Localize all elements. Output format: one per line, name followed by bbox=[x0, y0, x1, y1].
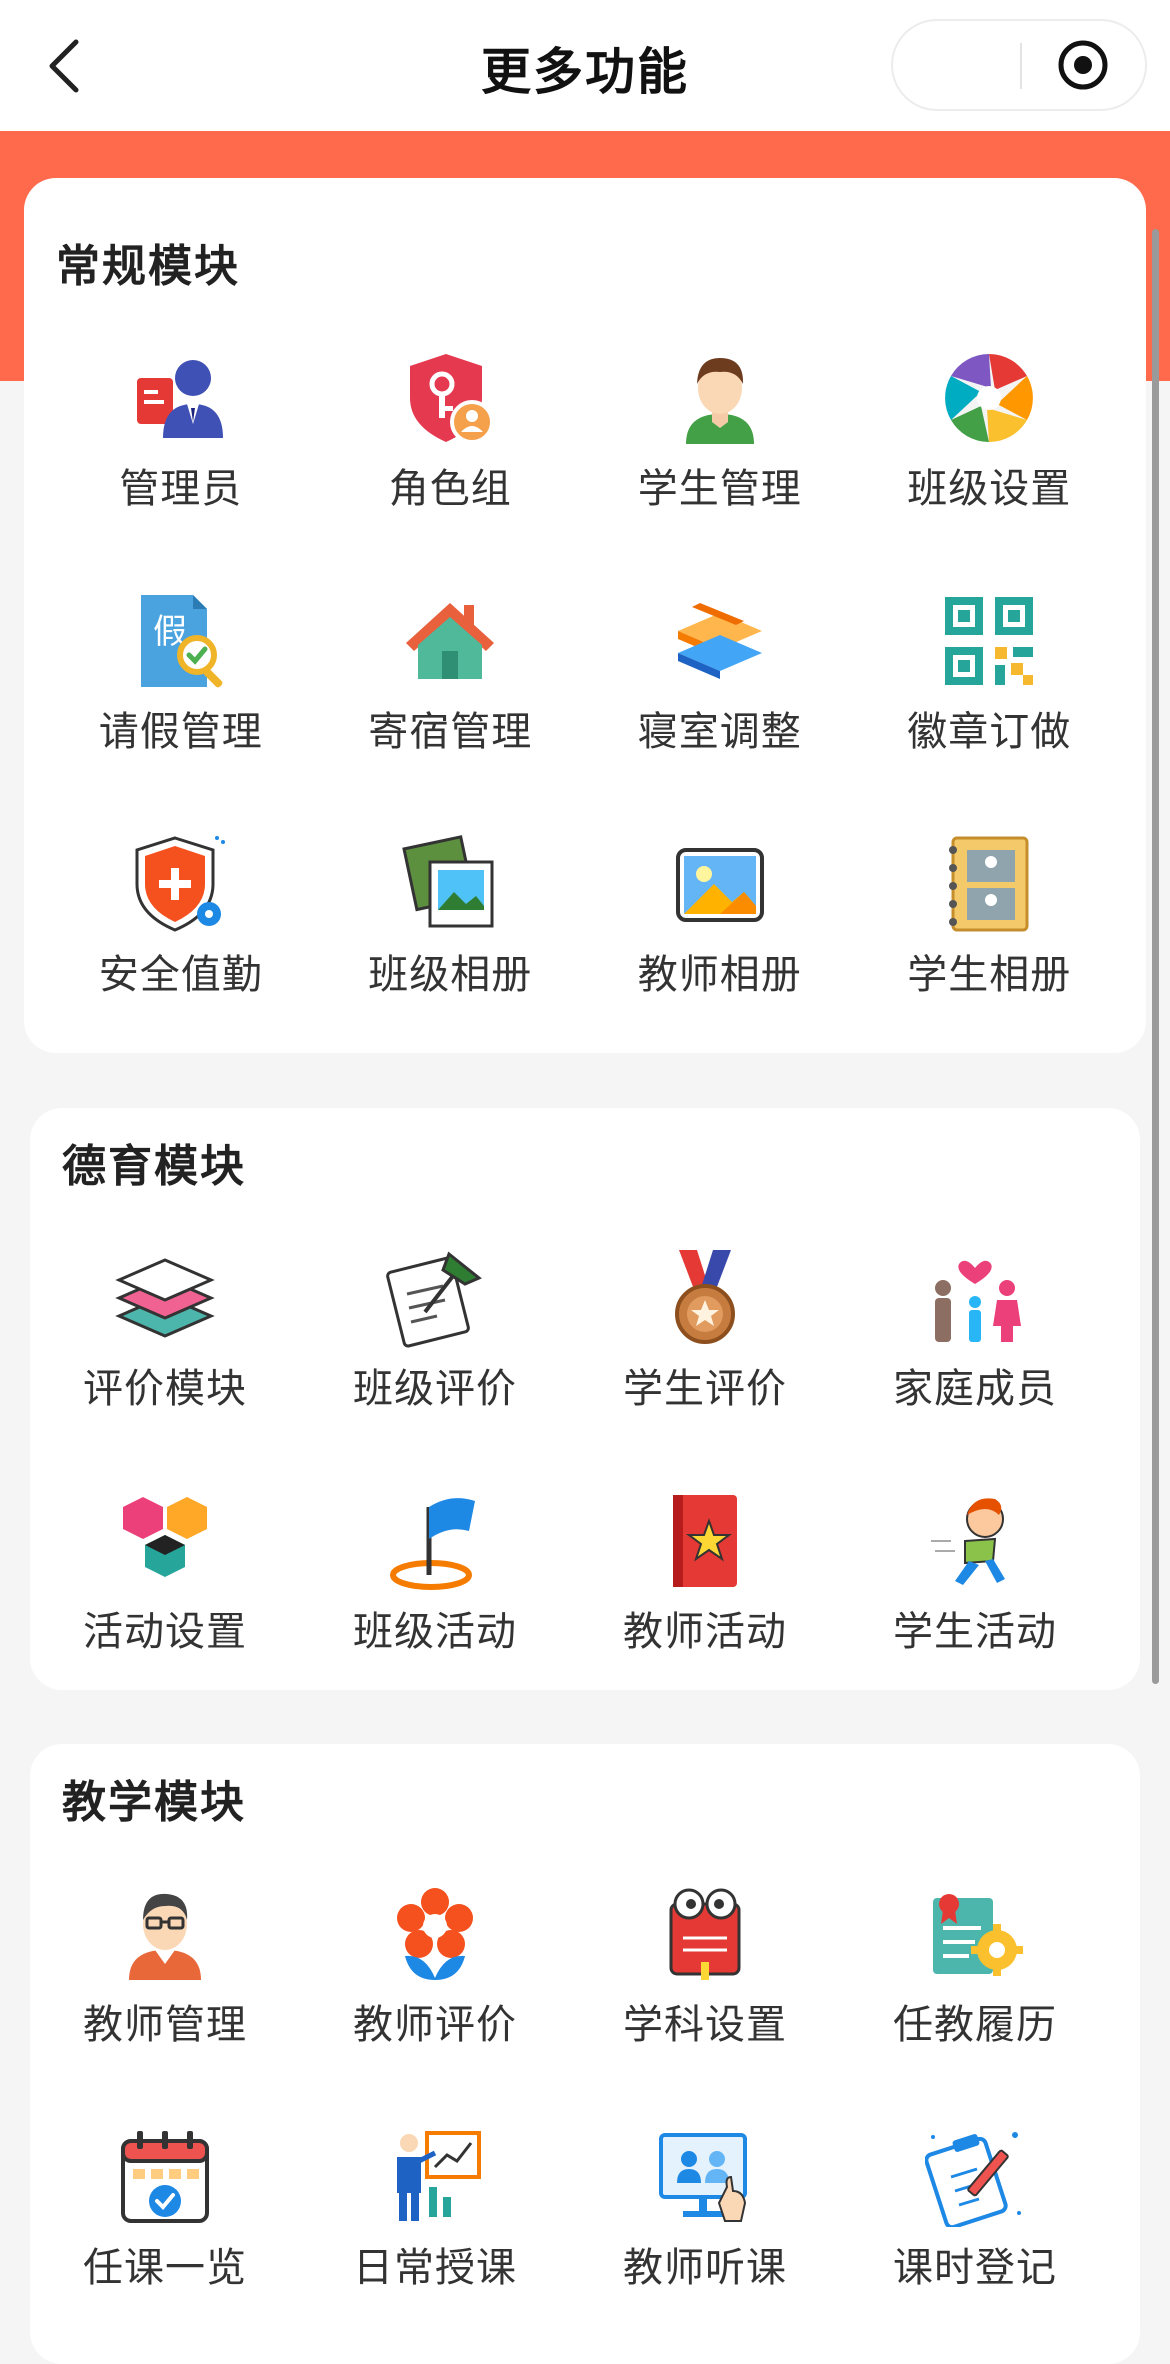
feature-item[interactable]: 教师相册 bbox=[585, 834, 855, 1053]
certificate-gear-icon bbox=[933, 1894, 1023, 1976]
layers-ribbon-icon bbox=[677, 603, 762, 679]
feature-label: 教师相册 bbox=[637, 952, 802, 998]
feature-label: 班级活动 bbox=[353, 1609, 517, 1655]
section-title: 教学模块 bbox=[62, 1777, 246, 1828]
feature-item[interactable]: 假 请假管理 bbox=[46, 591, 316, 834]
feature-item[interactable]: 班级活动 bbox=[300, 1491, 570, 1690]
hexagon-cubes-icon bbox=[123, 1497, 207, 1577]
feature-label: 课时登记 bbox=[893, 2245, 1057, 2291]
capsule-divider bbox=[1020, 43, 1022, 89]
feature-item[interactable]: 寝室调整 bbox=[585, 591, 855, 834]
family-icon bbox=[935, 1260, 1021, 1342]
feature-label: 徽章订做 bbox=[907, 709, 1072, 755]
feature-label: 任课一览 bbox=[83, 2245, 247, 2291]
feature-item[interactable]: 学科设置 bbox=[570, 1884, 840, 2127]
feature-item[interactable]: 教师听课 bbox=[570, 2127, 840, 2364]
aperture-icon bbox=[945, 354, 1034, 442]
feature-item[interactable]: 学生管理 bbox=[585, 348, 855, 591]
feature-item[interactable]: 日常授课 bbox=[300, 2127, 570, 2364]
calendar-check-icon bbox=[121, 2131, 209, 2223]
star-book-icon bbox=[673, 1495, 737, 1587]
feature-label: 活动设置 bbox=[83, 1609, 247, 1655]
qr-code-icon bbox=[945, 597, 1034, 685]
feature-grid: 评价模块 班级评价 学生评价 家庭成员 活动设置 班级活动 教师活动 学生活动 bbox=[30, 1248, 1110, 1690]
admin-icon bbox=[136, 360, 223, 438]
feature-item[interactable]: 教师管理 bbox=[30, 1884, 300, 2127]
safety-shield-icon bbox=[135, 836, 225, 932]
photo-album-icon bbox=[949, 836, 1029, 932]
medal-icon bbox=[675, 1250, 735, 1344]
presentation-icon bbox=[397, 2131, 481, 2221]
feature-item[interactable]: 任课一览 bbox=[30, 2127, 300, 2364]
flag-icon bbox=[390, 1498, 475, 1590]
feature-label: 安全值勤 bbox=[98, 952, 263, 998]
running-kid-icon bbox=[931, 1498, 1005, 1585]
feature-item[interactable]: 徽章订做 bbox=[855, 591, 1125, 834]
feature-item[interactable]: 活动设置 bbox=[30, 1491, 300, 1690]
more-options-button[interactable] bbox=[903, 21, 1013, 109]
house-icon bbox=[406, 603, 495, 679]
feature-label: 请假管理 bbox=[98, 709, 263, 755]
feature-item[interactable]: 学生相册 bbox=[855, 834, 1125, 1053]
feature-label: 评价模块 bbox=[83, 1366, 247, 1412]
notepad-pin-icon bbox=[386, 1251, 482, 1348]
feature-item[interactable]: 评价模块 bbox=[30, 1248, 300, 1491]
feature-item[interactable]: 家庭成员 bbox=[840, 1248, 1110, 1491]
feature-item[interactable]: 教师评价 bbox=[300, 1884, 570, 2127]
feature-label: 教师管理 bbox=[83, 2002, 247, 2048]
section-card-moral: 德育模块 评价模块 班级评价 学生评价 家庭成员 活动设置 班级活动 教师活动 … bbox=[30, 1108, 1140, 1690]
feature-grid: 管理员 角色组 学生管理 班级设置 假 请假管理 寄宿管理 寝室调整 徽章订做 … bbox=[46, 348, 1124, 1053]
feature-item[interactable]: 安全值勤 bbox=[46, 834, 316, 1053]
feature-item[interactable]: 管理员 bbox=[46, 348, 316, 591]
feature-label: 家庭成员 bbox=[893, 1366, 1057, 1412]
feature-item[interactable]: 角色组 bbox=[316, 348, 586, 591]
feature-label: 角色组 bbox=[388, 466, 512, 512]
photo-stack-icon bbox=[402, 835, 494, 928]
feature-label: 教师听课 bbox=[623, 2245, 787, 2291]
section-title: 常规模块 bbox=[56, 241, 240, 292]
section-card-general: 常规模块 管理员 角色组 学生管理 班级设置 假 请假管理 寄宿管理 寝室调整 … bbox=[24, 178, 1146, 1053]
section-title: 德育模块 bbox=[62, 1141, 246, 1192]
feature-grid: 教师管理 教师评价 学科设置 任教履历 任课一览 日常授课 教师听课 课时登记 bbox=[30, 1884, 1110, 2364]
leave-document-icon: 假 bbox=[140, 595, 223, 688]
student-avatar-icon bbox=[685, 358, 754, 444]
feature-label: 班级评价 bbox=[353, 1366, 517, 1412]
feature-item[interactable]: 班级设置 bbox=[855, 348, 1125, 591]
nav-bar: 更多功能 bbox=[0, 0, 1170, 131]
role-shield-icon bbox=[410, 354, 495, 444]
feature-item[interactable]: 学生评价 bbox=[570, 1248, 840, 1491]
feature-item[interactable]: 教师活动 bbox=[570, 1491, 840, 1690]
feature-label: 日常授课 bbox=[353, 2245, 517, 2291]
section-card-teaching: 教学模块 教师管理 教师评价 学科设置 任教履历 任课一览 日常授课 教师听课 … bbox=[30, 1744, 1140, 2364]
feature-label: 任教履历 bbox=[893, 2002, 1057, 2048]
feature-item[interactable]: 学生活动 bbox=[840, 1491, 1110, 1690]
feature-label: 学生管理 bbox=[637, 466, 802, 512]
feature-item[interactable]: 课时登记 bbox=[840, 2127, 1110, 2364]
stacked-layers-icon bbox=[115, 1258, 215, 1338]
feature-label: 班级设置 bbox=[907, 466, 1072, 512]
teacher-icon bbox=[129, 1893, 201, 1980]
feature-label: 学生评价 bbox=[623, 1366, 787, 1412]
feature-label: 寝室调整 bbox=[637, 709, 802, 755]
flower-icon bbox=[397, 1888, 473, 1980]
feature-item[interactable]: 寄宿管理 bbox=[316, 591, 586, 834]
feature-label: 学科设置 bbox=[623, 2002, 787, 2048]
video-class-icon bbox=[659, 2133, 747, 2222]
feature-label: 教师活动 bbox=[623, 1609, 787, 1655]
feature-label: 班级相册 bbox=[368, 952, 533, 998]
clipboard-pen-icon bbox=[925, 2132, 1021, 2227]
feature-item[interactable]: 任教履历 bbox=[840, 1884, 1110, 2127]
feature-item[interactable]: 班级相册 bbox=[316, 834, 586, 1053]
feature-label: 教师评价 bbox=[353, 2002, 517, 2048]
feature-label: 学生相册 bbox=[907, 952, 1072, 998]
scrollbar[interactable] bbox=[1152, 229, 1159, 1684]
landscape-photo-icon bbox=[675, 848, 764, 922]
feature-item[interactable]: 班级评价 bbox=[300, 1248, 570, 1491]
feature-label: 学生活动 bbox=[893, 1609, 1057, 1655]
feature-label: 寄宿管理 bbox=[368, 709, 533, 755]
close-target-icon[interactable] bbox=[1057, 39, 1109, 91]
mini-program-capsule bbox=[891, 19, 1147, 111]
book-character-icon bbox=[669, 1888, 741, 1980]
feature-label: 管理员 bbox=[119, 466, 243, 512]
